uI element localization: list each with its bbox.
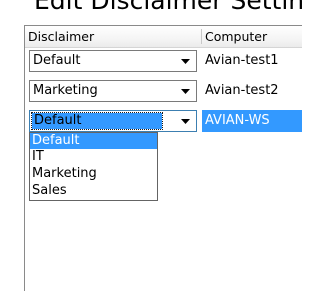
disclaimer-combobox-value: Default xyxy=(34,113,82,128)
table-row[interactable]: Marketing Avian-test2 xyxy=(25,78,302,104)
disclaimer-combobox-open[interactable]: Default xyxy=(29,110,197,132)
computer-cell[interactable]: Avian-test1 xyxy=(202,50,302,72)
title-area: Edit Disclaimer Settings xyxy=(0,0,302,22)
column-header-disclaimer[interactable]: Disclaimer xyxy=(25,26,202,47)
dropdown-option-sales[interactable]: Sales xyxy=(30,183,157,199)
disclaimer-settings-window: Edit Disclaimer Settings Disclaimer Comp… xyxy=(0,0,302,291)
disclaimer-combobox[interactable]: Marketing xyxy=(29,80,197,102)
disclaimer-dropdown-list: Default IT Marketing Sales xyxy=(29,132,158,201)
computer-cell[interactable]: AVIAN-WS xyxy=(202,110,302,132)
grid-header: Disclaimer Computer xyxy=(25,26,302,48)
chevron-down-icon[interactable] xyxy=(178,86,193,96)
dropdown-option-it[interactable]: IT xyxy=(30,149,157,165)
dropdown-option-marketing[interactable]: Marketing xyxy=(30,166,157,182)
disclaimer-combobox-value: Default xyxy=(33,53,81,68)
disclaimer-combobox[interactable]: Default xyxy=(29,50,197,72)
chevron-down-icon[interactable] xyxy=(178,56,193,66)
disclaimer-combobox-value: Marketing xyxy=(33,83,98,98)
dialog-title: Edit Disclaimer Settings xyxy=(34,0,302,15)
table-row[interactable]: Default Avian-test1 xyxy=(25,48,302,74)
table-row-selected[interactable]: Default AVIAN-WS xyxy=(25,108,302,134)
column-header-computer[interactable]: Computer xyxy=(202,26,302,47)
computer-cell[interactable]: Avian-test2 xyxy=(202,80,302,102)
dropdown-option-default[interactable]: Default xyxy=(30,133,157,149)
disclaimer-grid: Disclaimer Computer Default Avian-test1 … xyxy=(25,26,302,291)
chevron-down-icon[interactable] xyxy=(178,116,193,126)
